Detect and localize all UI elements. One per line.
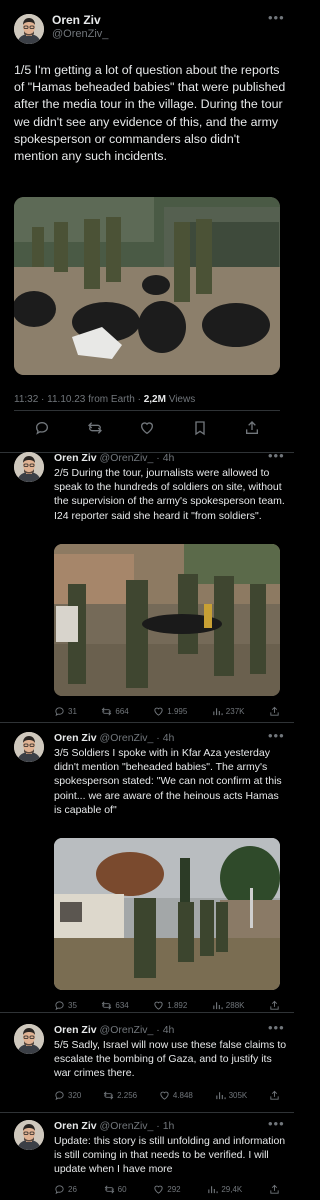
views-icon[interactable]: 288K	[212, 998, 245, 1012]
repost-icon[interactable]: 2.256	[103, 1088, 137, 1102]
reply-icon[interactable]: 320	[54, 1088, 81, 1102]
bookmark-icon[interactable]	[192, 418, 208, 438]
avatar[interactable]	[14, 1024, 44, 1054]
avatar[interactable]	[14, 14, 44, 44]
reply-count: 320	[68, 1090, 82, 1100]
tweet-text: 2/5 During the tour, journalists were al…	[54, 467, 285, 522]
repost-icon[interactable]	[87, 418, 103, 438]
author-name[interactable]: Oren Ziv	[54, 732, 97, 744]
repost-count: 2.256	[117, 1090, 138, 1100]
share-icon[interactable]	[269, 704, 280, 718]
like-count: 292	[167, 1184, 181, 1194]
timestamp: 11:32 · 11.10.23 from Earth ·	[14, 394, 144, 405]
divider	[0, 722, 294, 723]
author-name[interactable]: Oren Ziv	[52, 13, 101, 27]
reply-tweet: Oren Ziv @OrenZiv_ · 4h ••• 3/5 Soldiers…	[0, 728, 294, 992]
views-count: 237K	[225, 706, 245, 716]
action-bar: 26 60 292 29,4K	[54, 1182, 280, 1196]
main-tweet: Oren Ziv @OrenZiv_ ••• 1/5 I'm getting a…	[0, 0, 294, 452]
like-icon[interactable]	[139, 418, 155, 438]
repost-icon[interactable]: 634	[101, 998, 129, 1012]
reply-header: Oren Ziv @OrenZiv_ · 1h	[54, 1120, 174, 1132]
more-icon[interactable]: •••	[268, 728, 285, 743]
post-age[interactable]: · 4h	[156, 1024, 174, 1036]
post-age[interactable]: · 1h	[156, 1120, 174, 1132]
tweet-photo[interactable]	[54, 544, 280, 696]
author-handle[interactable]: @OrenZiv_	[52, 28, 108, 40]
action-bar: 320 2.256 4.848 305K	[54, 1088, 280, 1102]
divider	[0, 1012, 294, 1013]
views-count: 2,2M	[143, 394, 166, 405]
like-icon[interactable]: 4.848	[159, 1088, 193, 1102]
author-name[interactable]: Oren Ziv	[54, 1120, 97, 1132]
like-count: 1.995	[167, 706, 188, 716]
share-icon[interactable]	[269, 1182, 280, 1196]
post-age[interactable]: · 4h	[156, 452, 174, 464]
more-icon[interactable]: •••	[268, 1020, 285, 1035]
tweet-photo[interactable]	[14, 197, 280, 375]
like-icon[interactable]: 1.892	[153, 998, 187, 1012]
action-bar: 35 634 1.892 288K	[54, 998, 280, 1012]
post-age[interactable]: · 4h	[156, 732, 174, 744]
views-count: 288K	[225, 1000, 245, 1010]
reply-icon[interactable]: 26	[54, 1182, 77, 1196]
separator	[14, 410, 280, 411]
reply-icon[interactable]: 35	[54, 998, 77, 1012]
author-name[interactable]: Oren Ziv	[54, 452, 97, 464]
repost-icon[interactable]: 664	[101, 704, 129, 718]
author-name[interactable]: Oren Ziv	[54, 1024, 97, 1036]
more-icon[interactable]: •••	[268, 448, 285, 463]
views-icon[interactable]: 29,4K	[207, 1182, 242, 1196]
reply-count: 31	[68, 706, 77, 716]
avatar[interactable]	[14, 732, 44, 762]
tweet-text: 3/5 Soldiers I spoke with in Kfar Aza ye…	[54, 747, 282, 816]
repost-count: 634	[115, 1000, 129, 1010]
avatar[interactable]	[14, 452, 44, 482]
tweet-text: 5/5 Sadly, Israel will now use these fal…	[54, 1039, 287, 1080]
tweet-photo[interactable]	[54, 838, 280, 990]
author-handle[interactable]: @OrenZiv_	[100, 732, 154, 744]
more-icon[interactable]: •••	[268, 1116, 285, 1131]
reply-header: Oren Ziv @OrenZiv_ · 4h	[54, 452, 174, 464]
tweet-text: 1/5 I'm getting a lot of question about …	[14, 63, 286, 164]
reply-header: Oren Ziv @OrenZiv_ · 4h	[54, 1024, 174, 1036]
share-icon[interactable]	[244, 418, 260, 438]
repost-count: 664	[115, 706, 129, 716]
timestamp-views: 11:32 · 11.10.23 from Earth · 2,2M Views	[14, 394, 195, 405]
like-count: 4.848	[172, 1090, 193, 1100]
reply-tweet: Oren Ziv @OrenZiv_ · 4h ••• 5/5 Sadly, I…	[0, 1020, 294, 1114]
reply-count: 26	[68, 1184, 77, 1194]
avatar[interactable]	[14, 1120, 44, 1150]
reply-header: Oren Ziv @OrenZiv_ · 4h	[54, 732, 174, 744]
share-icon[interactable]	[269, 998, 280, 1012]
views-icon[interactable]: 237K	[212, 704, 245, 718]
like-icon[interactable]: 1.995	[153, 704, 187, 718]
tweet-text: Update: this story is still unfolding an…	[54, 1135, 286, 1176]
views-icon[interactable]: 305K	[215, 1088, 248, 1102]
reply-tweet: Oren Ziv @OrenZiv_ · 4h ••• 2/5 During t…	[0, 448, 294, 722]
reply-icon[interactable]	[34, 418, 50, 438]
views-label: Views	[165, 394, 196, 405]
reply-icon[interactable]: 31	[54, 704, 77, 718]
repost-count: 60	[117, 1184, 127, 1194]
views-count: 29,4K	[221, 1184, 243, 1194]
action-bar	[14, 418, 280, 438]
author-handle[interactable]: @OrenZiv_	[100, 1024, 154, 1036]
divider	[0, 1112, 294, 1113]
views-count: 305K	[228, 1090, 248, 1100]
like-count: 1.892	[167, 1000, 188, 1010]
reply-count: 35	[68, 1000, 77, 1010]
author-handle[interactable]: @OrenZiv_	[100, 452, 154, 464]
action-bar: 31 664 1.995 237K	[54, 704, 280, 718]
like-icon[interactable]: 292	[153, 1182, 181, 1196]
more-icon[interactable]: •••	[268, 10, 285, 25]
repost-icon[interactable]: 60	[104, 1182, 127, 1196]
share-icon[interactable]	[269, 1088, 280, 1102]
author-handle[interactable]: @OrenZiv_	[100, 1120, 154, 1132]
reply-tweet: Oren Ziv @OrenZiv_ · 1h ••• Update: this…	[0, 1116, 294, 1200]
